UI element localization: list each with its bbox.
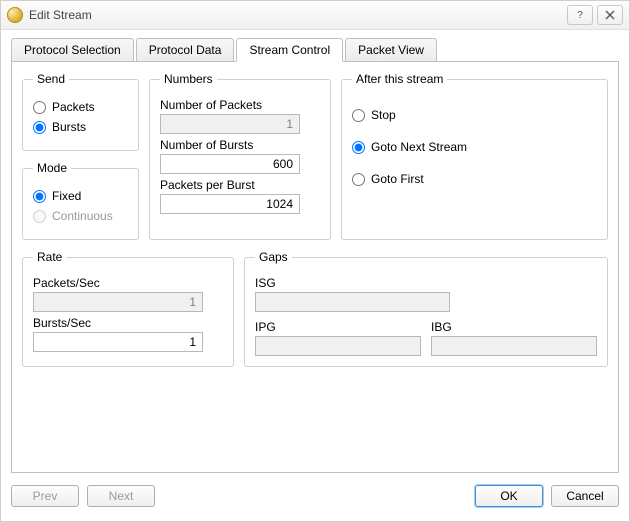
stream-control-page: Send Packets Bursts Mode <box>11 62 619 473</box>
send-bursts-radio[interactable] <box>33 121 46 134</box>
dialog-buttons: Prev Next OK Cancel <box>1 479 629 521</box>
radio-label: Packets <box>52 100 95 114</box>
packets-per-burst-input[interactable] <box>160 194 300 214</box>
button-label: Next <box>109 489 134 503</box>
mode-fixed-option[interactable]: Fixed <box>33 189 128 203</box>
bps-input[interactable] <box>33 332 203 352</box>
edit-stream-dialog: Edit Stream ? Protocol Selection Protoco… <box>0 0 630 522</box>
mode-fixed-radio[interactable] <box>33 190 46 203</box>
ipg-input <box>255 336 421 356</box>
after-next-radio[interactable] <box>352 141 365 154</box>
tab-protocol-selection[interactable]: Protocol Selection <box>11 38 134 62</box>
mode-continuous-radio <box>33 210 46 223</box>
num-bursts-input[interactable] <box>160 154 300 174</box>
radio-label: Continuous <box>52 209 113 223</box>
next-button: Next <box>87 485 155 507</box>
send-packets-radio[interactable] <box>33 101 46 114</box>
radio-label: Bursts <box>52 120 86 134</box>
isg-input <box>255 292 450 312</box>
num-packets-input <box>160 114 300 134</box>
pps-label: Packets/Sec <box>33 276 223 290</box>
rate-legend: Rate <box>33 250 66 264</box>
packets-per-burst-label: Packets per Burst <box>160 178 320 192</box>
mode-legend: Mode <box>33 161 71 175</box>
tabstrip: Protocol Selection Protocol Data Stream … <box>11 38 619 62</box>
close-button[interactable] <box>597 5 623 25</box>
num-packets-label: Number of Packets <box>160 98 320 112</box>
prev-button: Prev <box>11 485 79 507</box>
titlebar: Edit Stream ? <box>1 1 629 30</box>
after-stop-radio[interactable] <box>352 109 365 122</box>
bps-label: Bursts/Sec <box>33 316 223 330</box>
window-title: Edit Stream <box>29 8 92 22</box>
radio-label: Goto First <box>371 172 424 186</box>
after-next-option[interactable]: Goto Next Stream <box>352 140 597 154</box>
ipg-label: IPG <box>255 320 421 334</box>
tab-protocol-data[interactable]: Protocol Data <box>136 38 235 62</box>
tab-label: Packet View <box>358 43 424 57</box>
button-label: OK <box>500 489 517 503</box>
gaps-legend: Gaps <box>255 250 292 264</box>
ok-button[interactable]: OK <box>475 485 543 507</box>
button-label: Cancel <box>566 489 603 503</box>
num-bursts-label: Number of Bursts <box>160 138 320 152</box>
after-first-radio[interactable] <box>352 173 365 186</box>
tab-stream-control[interactable]: Stream Control <box>236 38 343 62</box>
button-label: Prev <box>33 489 58 503</box>
rate-group: Rate Packets/Sec Bursts/Sec <box>22 250 234 367</box>
send-bursts-option[interactable]: Bursts <box>33 120 128 134</box>
send-legend: Send <box>33 72 69 86</box>
after-stop-option[interactable]: Stop <box>352 108 597 122</box>
send-packets-option[interactable]: Packets <box>33 100 128 114</box>
numbers-group: Numbers Number of Packets Number of Burs… <box>149 72 331 240</box>
mode-continuous-option: Continuous <box>33 209 128 223</box>
pps-input <box>33 292 203 312</box>
numbers-legend: Numbers <box>160 72 217 86</box>
tab-label: Protocol Selection <box>24 43 121 57</box>
isg-label: ISG <box>255 276 597 290</box>
close-icon <box>605 10 615 20</box>
gaps-group: Gaps ISG IPG IBG <box>244 250 608 367</box>
help-button[interactable]: ? <box>567 5 593 25</box>
tab-label: Protocol Data <box>149 43 222 57</box>
after-legend: After this stream <box>352 72 447 86</box>
tab-label: Stream Control <box>249 43 330 57</box>
mode-group: Mode Fixed Continuous <box>22 161 139 240</box>
radio-label: Goto Next Stream <box>371 140 467 154</box>
after-first-option[interactable]: Goto First <box>352 172 597 186</box>
app-icon <box>7 7 23 23</box>
radio-label: Stop <box>371 108 396 122</box>
radio-label: Fixed <box>52 189 81 203</box>
ibg-input <box>431 336 597 356</box>
after-stream-group: After this stream Stop Goto Next Stream … <box>341 72 608 240</box>
tab-packet-view[interactable]: Packet View <box>345 38 437 62</box>
send-group: Send Packets Bursts <box>22 72 139 151</box>
cancel-button[interactable]: Cancel <box>551 485 619 507</box>
ibg-label: IBG <box>431 320 597 334</box>
